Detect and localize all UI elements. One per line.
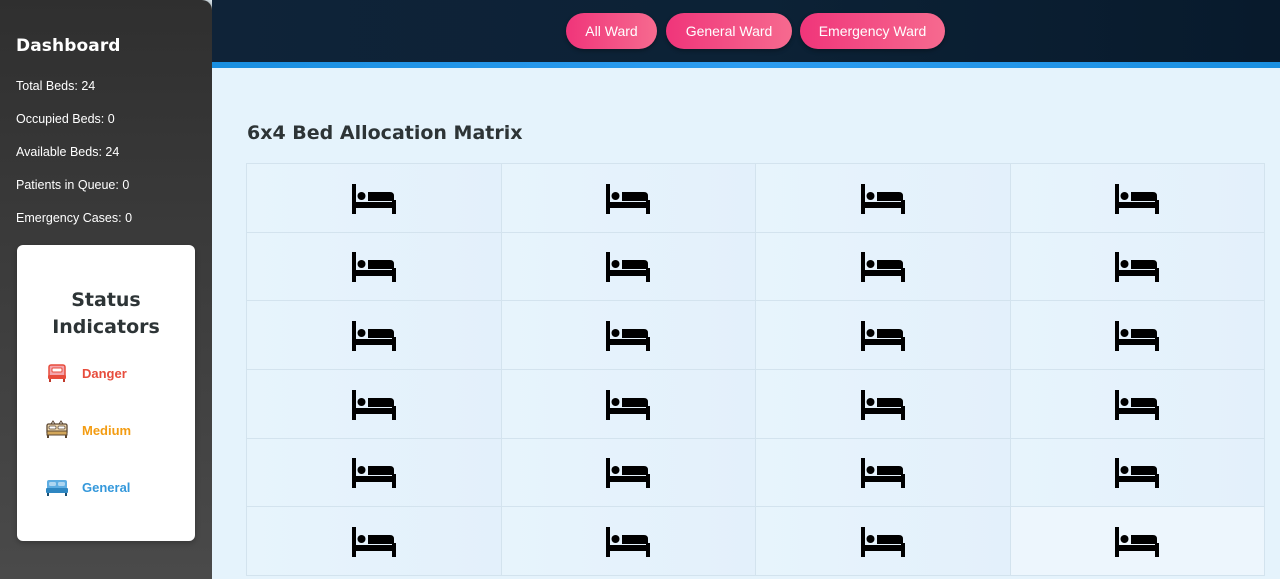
legend-general-label: General [82,479,131,495]
bed-icon [1115,527,1160,558]
dashboard-title: Dashboard [16,36,121,56]
main-content: 6x4 Bed Allocation Matrix [212,68,1280,579]
bed-general-icon [46,480,68,496]
bed-icon [860,527,905,558]
bed-cell[interactable] [501,369,756,439]
bed-cell[interactable] [756,369,1011,439]
top-navbar: All Ward General Ward Emergency Ward [212,0,1280,62]
sidebar: Dashboard Total Beds: 24 Occupied Beds: … [0,0,212,579]
bed-cell[interactable] [756,438,1011,508]
bed-cell[interactable] [756,232,1011,302]
bed-medium-icon [46,420,68,438]
bed-icon [860,183,905,214]
legend-danger-label: Danger [82,365,127,381]
bed-cell[interactable] [756,507,1011,576]
bed-cell[interactable] [501,438,756,508]
bed-cell[interactable] [1010,369,1265,439]
bed-cell[interactable] [1010,232,1265,302]
bed-cell[interactable] [247,301,502,370]
bed-icon [351,252,396,283]
bed-cell[interactable] [756,301,1011,370]
bed-cell[interactable] [756,164,1011,233]
bed-icon [1115,252,1160,283]
bed-cell[interactable] [1010,301,1265,370]
bed-icon [606,321,651,352]
bed-icon [606,183,651,214]
bed-cell[interactable] [247,507,502,576]
bed-icon [606,389,651,420]
bed-cell[interactable] [247,438,502,508]
bed-icon [860,252,905,283]
bed-icon [1115,389,1160,420]
bed-cell[interactable] [501,507,756,576]
bed-matrix-grid [246,163,1265,576]
stat-occupied-beds: Occupied Beds: 0 [16,112,115,126]
matrix-title: 6x4 Bed Allocation Matrix [247,122,523,144]
bed-cell[interactable] [501,164,756,233]
bed-icon [1115,183,1160,214]
legend-medium-label: Medium [82,422,132,438]
bed-cell[interactable] [247,369,502,439]
bed-cell[interactable] [1010,507,1265,576]
bed-icon [351,183,396,214]
bed-icon [1115,458,1160,489]
bed-cell[interactable] [247,164,502,233]
status-card-title: Status Indicators [52,289,160,338]
bed-icon [860,321,905,352]
bed-cell[interactable] [501,301,756,370]
bed-icon [606,458,651,489]
bed-danger-icon [48,364,66,382]
bed-icon [860,458,905,489]
status-indicators-card: Status Indicators Danger Medium General [17,245,195,541]
stat-emergency-cases: Emergency Cases: 0 [16,211,133,225]
bed-icon [351,527,396,558]
stat-patients-queue: Patients in Queue: 0 [16,178,130,192]
bed-icon [1115,321,1160,352]
stat-available-beds: Available Beds: 24 [16,145,120,159]
legend-medium: Medium [45,418,131,442]
stats-list: Total Beds: 24 Occupied Beds: 0 Availabl… [16,78,132,243]
legend-danger: Danger [45,361,127,385]
all-ward-button[interactable]: All Ward [566,13,657,49]
bed-cell[interactable] [501,232,756,302]
legend-general: General [45,475,130,499]
bed-icon [860,389,905,420]
bed-icon [606,252,651,283]
emergency-ward-button[interactable]: Emergency Ward [800,13,945,49]
bed-icon [351,321,396,352]
bed-cell[interactable] [247,232,502,302]
bed-cell[interactable] [1010,438,1265,508]
bed-icon [351,389,396,420]
general-ward-button[interactable]: General Ward [666,13,792,49]
bed-cell[interactable] [1010,164,1265,233]
stat-total-beds: Total Beds: 24 [16,79,96,93]
bed-icon [606,527,651,558]
bed-icon [351,458,396,489]
